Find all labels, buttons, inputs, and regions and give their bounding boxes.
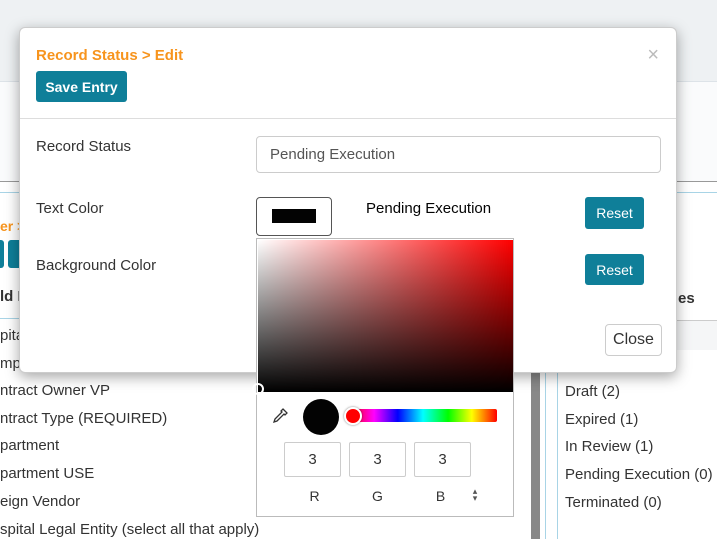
scrollbar[interactable] xyxy=(531,360,540,539)
saturation-area[interactable] xyxy=(252,240,513,395)
record-status-input[interactable]: Pending Execution xyxy=(256,136,661,173)
text-color-label: Text Color xyxy=(36,200,104,217)
r-input[interactable]: 3 xyxy=(284,442,341,477)
save-entry-button[interactable]: Save Entry xyxy=(36,71,127,102)
reset-background-color-button[interactable]: Reset xyxy=(585,254,644,285)
record-status-label: Record Status xyxy=(36,138,132,155)
hue-handle[interactable] xyxy=(344,407,362,425)
reset-text-color-button[interactable]: Reset xyxy=(585,197,644,229)
current-color-circle xyxy=(303,399,339,435)
text-color-swatch[interactable] xyxy=(256,197,332,236)
background-color-label: Background Color xyxy=(36,257,157,274)
list-item[interactable]: ntract Owner VP xyxy=(0,382,110,399)
list-item[interactable]: Draft (2) xyxy=(565,383,620,400)
b-input[interactable]: 3 xyxy=(414,442,471,477)
close-button[interactable]: Close xyxy=(605,324,662,356)
list-item[interactable]: Terminated (0) xyxy=(565,494,662,511)
bg-button[interactable] xyxy=(0,240,4,268)
saturation-handle[interactable] xyxy=(252,383,264,395)
modal-title: Record Status > Edit xyxy=(36,47,184,64)
g-input[interactable]: 3 xyxy=(349,442,406,477)
list-item[interactable]: eign Vendor xyxy=(0,493,80,510)
close-icon[interactable]: × xyxy=(647,44,659,67)
text-color-preview: Pending Execution xyxy=(366,200,492,217)
color-picker: 3 3 3 R G B ▴ ▾ xyxy=(252,238,514,517)
divider xyxy=(20,118,676,119)
bg-right-header: es xyxy=(678,290,695,307)
b-label: B xyxy=(435,488,446,504)
list-item[interactable]: Expired (1) xyxy=(565,411,638,428)
format-toggle-icon[interactable]: ▴ ▾ xyxy=(471,487,479,503)
list-item[interactable]: partment USE xyxy=(0,465,94,482)
eyedropper-icon[interactable] xyxy=(271,407,289,430)
list-item[interactable]: Pending Execution (0) xyxy=(565,466,713,483)
list-item[interactable]: ntract Type (REQUIRED) xyxy=(0,410,167,427)
list-item[interactable]: spital Legal Entity (select all that app… xyxy=(0,521,259,538)
g-label: G xyxy=(372,488,383,504)
color-preview xyxy=(272,209,316,223)
list-item[interactable]: In Review (1) xyxy=(565,438,653,455)
r-label: R xyxy=(309,488,320,504)
list-item[interactable]: partment xyxy=(0,437,59,454)
hue-slider[interactable] xyxy=(349,409,497,422)
